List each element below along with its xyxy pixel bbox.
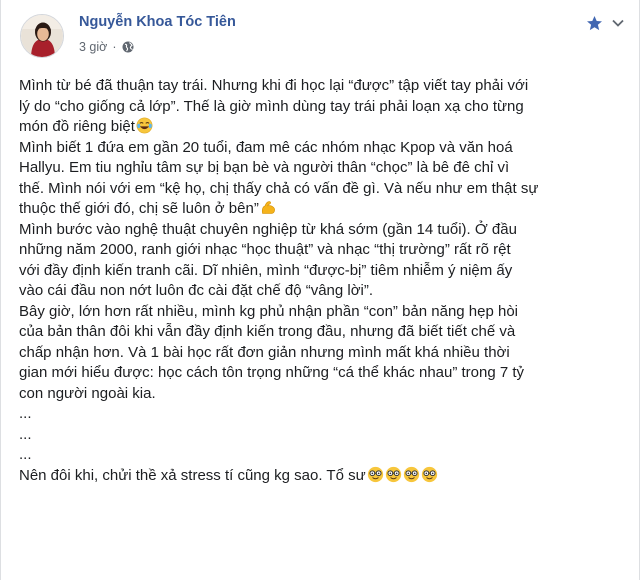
flexed-biceps-emoji [261,201,275,214]
post-body: Mình từ bé đã thuận tay trái. Nhưng khi … [19,76,623,486]
nerd-face-emoji [403,466,419,482]
post-header: Nguyễn Khoa Tóc Tiên 3 giờ · [17,10,625,66]
post-paragraph: Nên đôi khi, chửi thề xả stress tí cũng … [19,466,623,487]
ellipsis-line: ... [19,405,32,422]
nerd-face-emoji [421,466,437,482]
nerd-face-emoji [367,466,383,482]
post-paragraph-text: Mình biết 1 đứa em gần 20 tuổi, đam mê c… [19,138,539,218]
post-paragraph-text: Nên đôi khi, chửi thề xả stress tí cũng … [19,466,366,484]
post-paragraph-text: Mình từ bé đã thuận tay trái. Nhưng khi … [19,77,529,135]
post-paragraph: Bây giờ, lớn hơn rất nhiều, mình kg phủ … [19,302,525,402]
post-card: Nguyễn Khoa Tóc Tiên 3 giờ · Mình từ bé … [0,0,640,580]
tears-of-joy-emoji [136,117,153,134]
meta-separator: · [112,40,117,54]
post-timestamp[interactable]: 3 giờ [79,40,107,54]
post-paragraph: Mình bước vào nghệ thuật chuyên nghiệp t… [19,220,517,300]
post-paragraph: Mình từ bé đã thuận tay trái. Nhưng khi … [19,76,623,138]
ellipsis-line: ... [19,446,32,463]
avatar[interactable] [20,14,64,58]
ellipsis-line: ... [19,425,32,443]
nerd-face-emoji [385,466,401,482]
post-paragraph: Mình biết 1 đứa em gần 20 tuổi, đam mê c… [19,138,623,220]
avatar-image [21,15,63,57]
globe-icon[interactable] [122,41,134,53]
post-meta: 3 giờ · [79,40,134,54]
star-icon[interactable] [586,15,603,32]
chevron-down-icon[interactable] [611,16,625,30]
author-name[interactable]: Nguyễn Khoa Tóc Tiên [79,14,236,30]
